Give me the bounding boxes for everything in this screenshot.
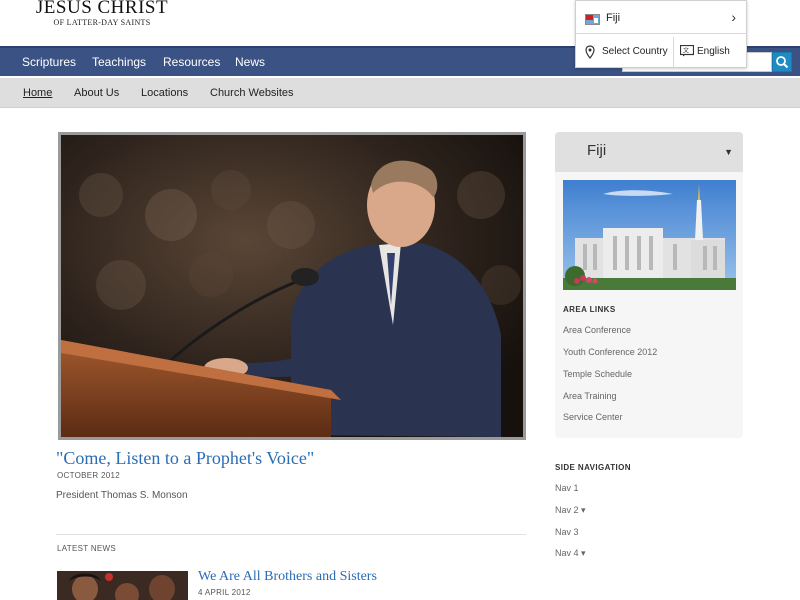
area-link-youth-conference[interactable]: Youth Conference 2012: [563, 347, 657, 357]
language-label: English: [697, 46, 730, 57]
subnav-locations[interactable]: Locations: [141, 78, 188, 108]
location-pin-icon: [585, 45, 595, 59]
area-dropdown[interactable]: Fiji ▼: [555, 132, 743, 172]
current-country-label: Fiji: [606, 12, 621, 24]
subnav-about-us[interactable]: About Us: [74, 78, 119, 108]
language-button[interactable]: 文 English: [675, 37, 746, 67]
featured-image[interactable]: [58, 132, 526, 440]
section-divider: [56, 534, 526, 535]
logo-title: JESUS CHRIST: [35, 0, 169, 18]
latest-news-heading: LATEST NEWS: [57, 544, 117, 553]
church-logo[interactable]: JESUS CHRIST OF LATTER-DAY SAINTS: [32, 0, 172, 40]
language-icon: 文: [680, 45, 694, 57]
current-country-row[interactable]: Fiji ›: [576, 6, 746, 34]
news-thumbnail[interactable]: [57, 571, 188, 600]
side-nav-item-4[interactable]: Nav 4 ▾: [555, 548, 586, 559]
news-photo: [57, 571, 188, 600]
temple-image[interactable]: [563, 180, 736, 290]
area-panel: Fiji ▼ AREA LINKS Area Conference Youth …: [555, 132, 743, 438]
area-link-area-conference[interactable]: Area Conference: [563, 325, 631, 335]
area-link-area-training[interactable]: Area Training: [563, 391, 617, 401]
nav-news[interactable]: News: [235, 48, 265, 76]
fiji-flag-icon: [585, 14, 600, 25]
feature-date: OCTOBER 2012: [57, 471, 121, 480]
feature-title-link[interactable]: "Come, Listen to a Prophet's Voice": [56, 448, 314, 469]
news-item-date: 4 APRIL 2012: [198, 588, 251, 597]
temple-photo: [563, 180, 736, 290]
speaker-photo: [61, 135, 523, 437]
nav-resources[interactable]: Resources: [163, 48, 220, 76]
logo-subtitle: OF LATTER-DAY SAINTS: [53, 18, 151, 27]
svg-text:文: 文: [683, 47, 689, 55]
news-item-title[interactable]: We Are All Brothers and Sisters: [198, 569, 377, 585]
area-link-service-center[interactable]: Service Center: [563, 412, 623, 422]
select-country-label: Select Country: [602, 46, 668, 57]
nav-scriptures[interactable]: Scriptures: [22, 48, 76, 76]
subnav-home[interactable]: Home: [23, 78, 52, 108]
area-dropdown-label: Fiji: [587, 142, 607, 159]
subnav-church-websites[interactable]: Church Websites: [210, 78, 294, 108]
side-navigation-heading: SIDE NAVIGATION: [555, 463, 631, 472]
side-nav-item-3[interactable]: Nav 3: [555, 527, 579, 537]
search-button[interactable]: [772, 52, 792, 72]
country-language-popup: Fiji › Select Country 文 English: [575, 0, 747, 68]
area-links-heading: AREA LINKS: [563, 305, 616, 314]
nav-teachings[interactable]: Teachings: [92, 48, 146, 76]
select-country-button[interactable]: Select Country: [576, 37, 674, 67]
search-icon: [776, 56, 789, 69]
side-nav-item-2[interactable]: Nav 2 ▾: [555, 505, 586, 516]
area-link-temple-schedule[interactable]: Temple Schedule: [563, 369, 632, 379]
chevron-right-icon: ›: [731, 9, 736, 25]
secondary-navigation: Home About Us Locations Church Websites: [0, 78, 800, 108]
feature-author: President Thomas S. Monson: [56, 490, 188, 501]
caret-down-icon: ▼: [724, 147, 733, 157]
side-nav-item-1[interactable]: Nav 1: [555, 483, 579, 493]
